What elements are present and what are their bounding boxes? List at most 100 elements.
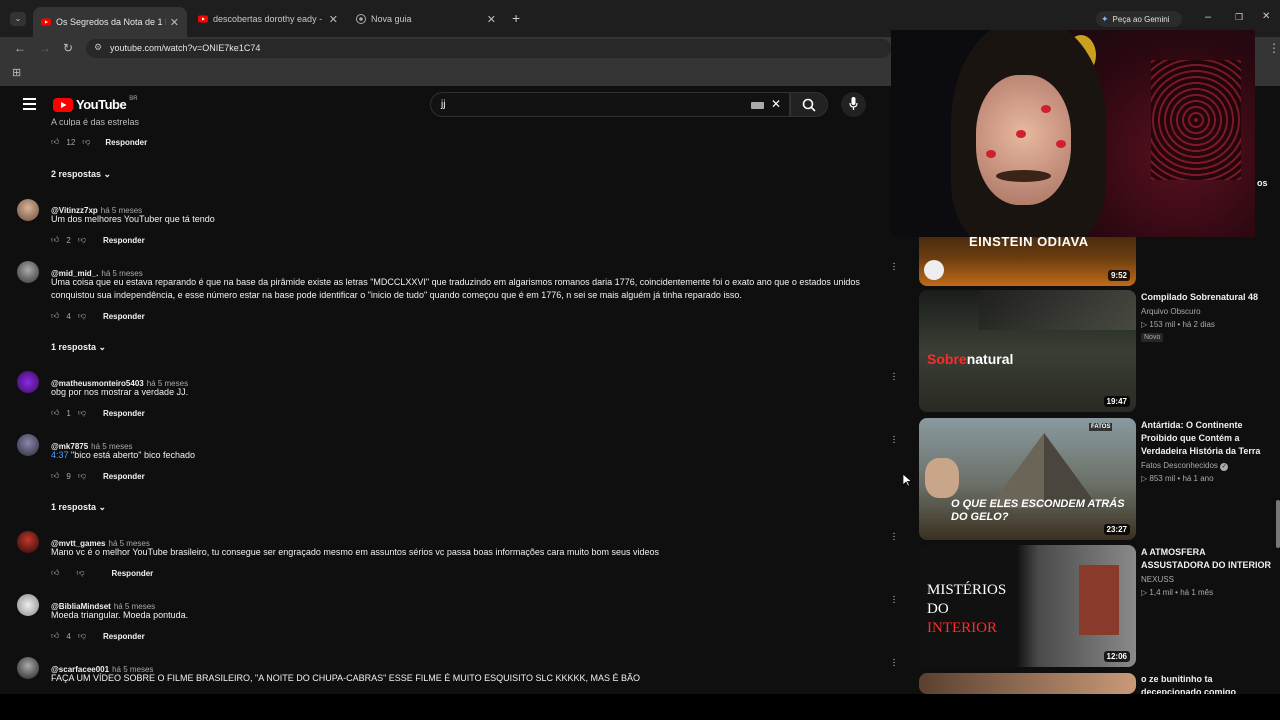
reply-button[interactable]: Responder: [103, 632, 145, 641]
video-duration: 23:27: [1103, 524, 1130, 535]
like-icon[interactable]: 👍︎: [51, 631, 59, 641]
region-code: BR: [129, 95, 138, 102]
channel-name[interactable]: NEXUSS: [1141, 575, 1174, 584]
timestamp-link[interactable]: 4:37: [51, 450, 69, 460]
comment-more-icon[interactable]: · · ·: [892, 592, 896, 608]
video-title[interactable]: o ze bunitinho ta decepcionado comigo: [1141, 673, 1271, 694]
hamburger-menu-icon[interactable]: [23, 98, 36, 110]
avatar[interactable]: [17, 657, 39, 679]
close-tab-icon[interactable]: ✕: [487, 13, 496, 26]
omnibox[interactable]: ⚙ youtube.com/watch?v=ONIE7ke1C74: [86, 39, 891, 58]
dislike-icon[interactable]: 👎︎: [78, 311, 86, 321]
site-info-icon[interactable]: ⚙: [94, 42, 102, 53]
gemini-button[interactable]: ✦ Peça ao Gemini: [1096, 11, 1182, 27]
view-replies-button[interactable]: 2 respostas ⌄: [51, 169, 111, 180]
keyboard-icon[interactable]: [751, 102, 764, 109]
play-icon: ▷: [1141, 588, 1148, 597]
video-thumbnail[interactable]: MISTÉRIOS DO INTERIOR 12:06: [919, 545, 1136, 667]
avatar[interactable]: [17, 531, 39, 553]
video-thumbnail[interactable]: FATOS O QUE ELES ESCONDEM ATRÁS DO GELO?…: [919, 418, 1136, 540]
video-thumbnail[interactable]: [919, 673, 1136, 694]
reply-button[interactable]: Responder: [103, 312, 145, 321]
webcam-lipstick-mark: [1041, 105, 1051, 113]
reply-button[interactable]: Responder: [103, 472, 145, 481]
reload-icon[interactable]: ↻: [63, 41, 73, 55]
avatar[interactable]: [17, 434, 39, 456]
search-input[interactable]: jj ✕: [430, 92, 790, 117]
comment-actions: 👍︎ 12 👎︎ Responder: [51, 137, 147, 147]
dislike-icon[interactable]: 👎︎: [82, 137, 90, 147]
search-button[interactable]: [790, 92, 828, 117]
avatar[interactable]: [17, 371, 39, 393]
reply-button[interactable]: Responder: [112, 569, 154, 578]
comment-more-icon[interactable]: · · ·: [892, 259, 896, 275]
forward-arrow-icon[interactable]: →: [39, 41, 51, 55]
sidebar-partial-text: os: [1257, 178, 1268, 188]
video-duration: 19:47: [1103, 396, 1130, 407]
view-count: 153 mil: [1149, 320, 1176, 329]
channel-name[interactable]: Fatos Desconhecidos: [1141, 461, 1218, 470]
back-arrow-icon[interactable]: ←: [14, 41, 26, 55]
thumbnail-text: MISTÉRIOS DO INTERIOR: [927, 582, 1007, 636]
like-icon[interactable]: 👍︎: [51, 137, 59, 147]
video-title[interactable]: A ATMOSFERA ASSUSTADORA DO INTERIOR: [1141, 546, 1271, 572]
comment-text: Moeda triangular. Moeda pontuda.: [51, 610, 189, 620]
tab-search-button[interactable]: ⌄: [10, 12, 26, 26]
gemini-sparkle-icon: ✦: [1101, 13, 1109, 24]
reply-button[interactable]: Responder: [103, 409, 145, 418]
browser-menu-icon[interactable]: ⋮: [1268, 41, 1280, 55]
close-window-icon[interactable]: ✕: [1262, 11, 1270, 22]
new-badge: Novo: [1141, 333, 1164, 342]
like-icon[interactable]: 👍︎: [51, 471, 59, 481]
video-title[interactable]: Compilado Sobrenatural 48: [1141, 291, 1271, 304]
avatar[interactable]: [17, 199, 39, 221]
comment-more-icon[interactable]: · · ·: [892, 655, 896, 671]
thumbnail-text: O QUE ELES ESCONDEM ATRÁS DO GELO?: [951, 498, 1125, 523]
view-replies-button[interactable]: 1 resposta ⌄: [51, 342, 106, 353]
like-icon[interactable]: 👍︎: [51, 235, 59, 245]
comment-more-icon[interactable]: · · ·: [892, 529, 896, 545]
like-count: 4: [66, 631, 71, 641]
comment-actions: 👍︎ 2 👎︎ Responder: [51, 235, 145, 245]
new-tab-button[interactable]: +: [512, 10, 520, 26]
tab-youtube-active[interactable]: Os Segredos da Nota de 1 Dóla ✕: [33, 7, 187, 37]
reply-button[interactable]: Responder: [103, 236, 145, 245]
avatar[interactable]: [17, 261, 39, 283]
like-icon[interactable]: 👍︎: [51, 408, 59, 418]
close-tab-icon[interactable]: ✕: [170, 16, 179, 29]
tab-youtube-2[interactable]: descobertas dorothy eady - You ✕: [190, 7, 346, 31]
channel-name[interactable]: Arquivo Obscuro: [1141, 307, 1201, 316]
like-icon[interactable]: 👍︎: [51, 568, 59, 578]
channel-watermark: FATOS: [1089, 423, 1113, 431]
video-thumbnail[interactable]: Sobrenatural 19:47: [919, 290, 1136, 412]
comment-more-icon[interactable]: · · ·: [892, 369, 896, 385]
voice-search-button[interactable]: [841, 92, 866, 117]
view-replies-button[interactable]: 1 resposta ⌄: [51, 502, 106, 513]
youtube-logo[interactable]: YouTube BR: [53, 95, 138, 112]
search-query: jj: [441, 99, 446, 110]
webcam-lipstick-mark: [1016, 130, 1026, 138]
reply-button[interactable]: Responder: [105, 138, 147, 147]
dislike-icon[interactable]: 👎︎: [76, 568, 84, 578]
dislike-icon[interactable]: 👎︎: [78, 235, 86, 245]
restore-icon[interactable]: ❐: [1235, 12, 1243, 23]
video-meta: ▷ 153 mil • há 2 dias: [1141, 320, 1215, 329]
webcam-mustache: [996, 170, 1051, 182]
dislike-icon[interactable]: 👎︎: [78, 408, 86, 418]
minimize-icon[interactable]: –: [1205, 11, 1211, 23]
clear-search-icon[interactable]: ✕: [771, 97, 781, 111]
dislike-icon[interactable]: 👎︎: [78, 631, 86, 641]
dislike-icon[interactable]: 👎︎: [78, 471, 86, 481]
youtube-favicon-icon: [41, 18, 51, 26]
close-tab-icon[interactable]: ✕: [329, 13, 338, 26]
video-title[interactable]: Antártida: O Continente Proibido que Con…: [1141, 419, 1271, 458]
apps-grid-icon[interactable]: ⊞: [12, 66, 21, 79]
webcam-lights: [1151, 60, 1241, 180]
webcam-overlay: [891, 30, 1255, 237]
comment-more-icon[interactable]: · · ·: [892, 432, 896, 448]
like-icon[interactable]: 👍︎: [51, 311, 59, 321]
page-scrollbar[interactable]: [1276, 500, 1280, 548]
tab-new[interactable]: Nova guia ✕: [348, 7, 504, 31]
thumbnail-face: [925, 458, 959, 498]
avatar[interactable]: [17, 594, 39, 616]
